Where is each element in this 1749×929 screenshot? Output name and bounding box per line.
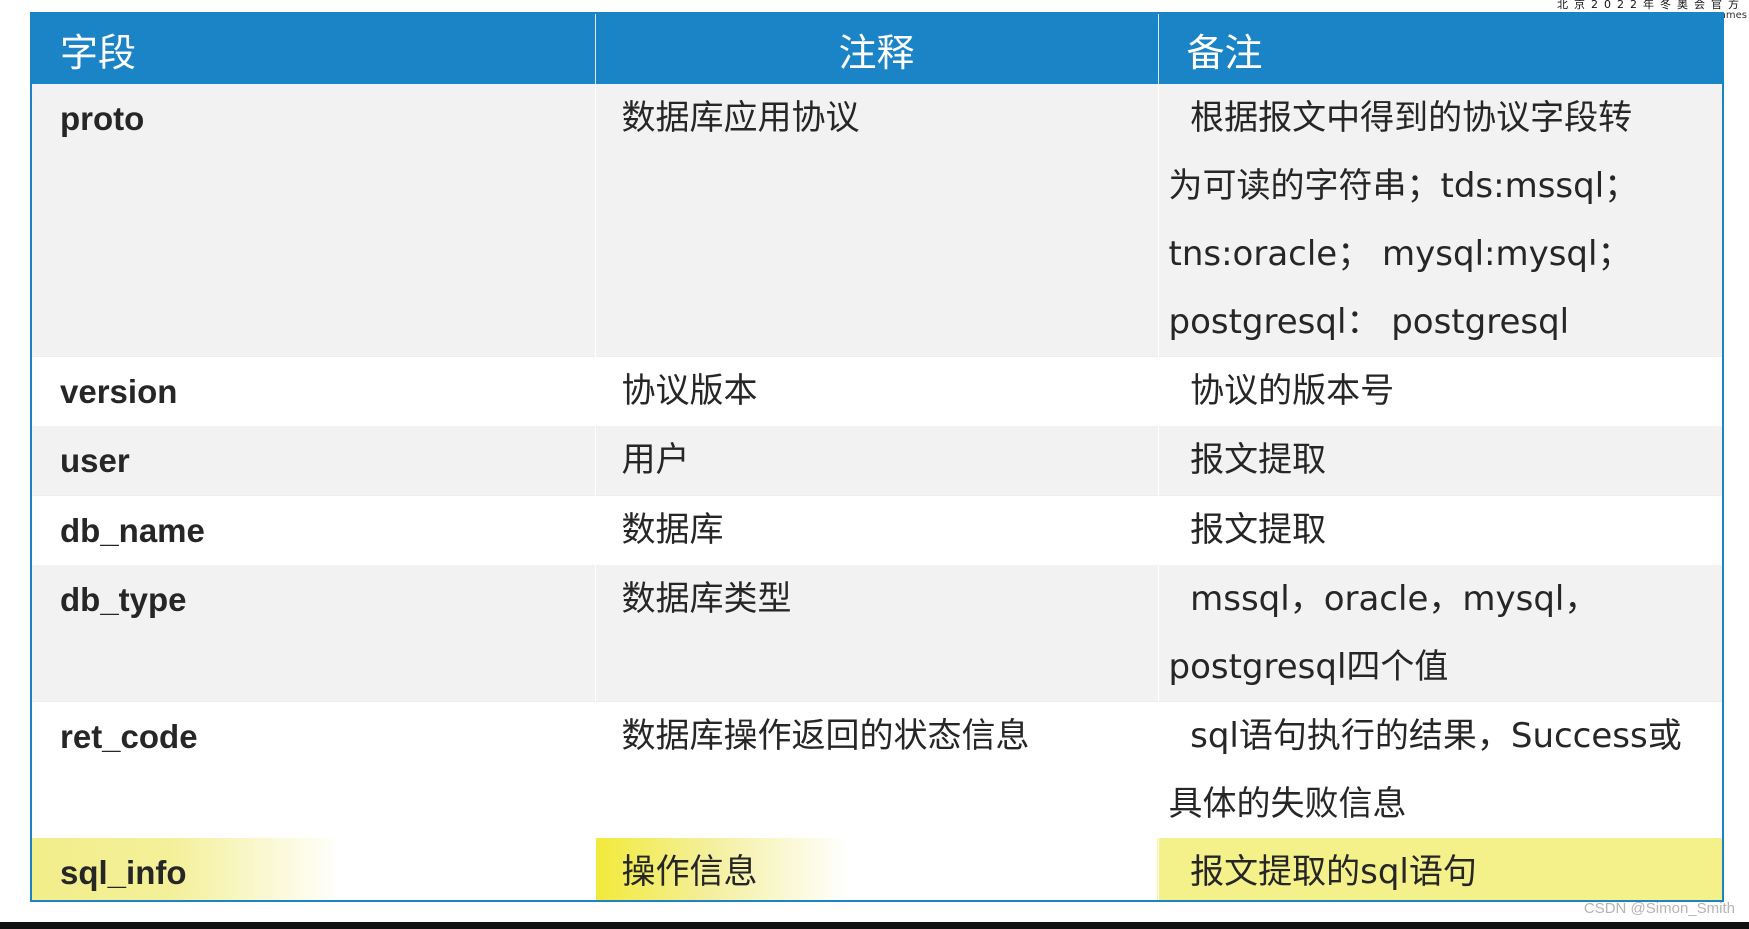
remark-line: sql语句执行的结果，Success或 [1168,716,1682,756]
table-row: db_name 数据库 报文提取 [32,495,1722,565]
table-row: user 用户 报文提取 [32,426,1722,496]
note-cell: 操作信息 [595,838,1159,900]
table-row-highlighted: sql_info 操作信息 报文提取的sql语句 [32,838,1722,900]
field-cell: version [32,356,596,426]
table-header-row: 字段 注释 备注 [32,14,1722,84]
field-cell: sql_info [32,838,596,900]
remark-cell: 协议的版本号 [1158,356,1722,426]
remark-cell: 报文提取 [1158,495,1722,565]
remark-cell: 根据报文中得到的协议字段转 为可读的字符串；tds:mssql； tns:ora… [1158,84,1722,357]
remark-cell: 报文提取 [1158,426,1722,496]
remark-line: tns:oracle； mysql:mysql； [1168,234,1632,274]
remark-line: 具体的失败信息 [1168,784,1407,824]
field-cell: ret_code [32,701,596,838]
header-remark: 备注 [1158,14,1722,84]
header-field: 字段 [32,14,596,84]
field-cell: db_type [32,565,596,702]
field-cell: proto [32,84,596,357]
table-row: proto 数据库应用协议 根据报文中得到的协议字段转 为可读的字符串；tds:… [32,84,1722,357]
header-note: 注释 [595,14,1159,84]
remark-cell: mssql，oracle，mysql， postgresql四个值 [1158,565,1722,702]
remark-line: mssql，oracle，mysql， [1168,579,1599,619]
bottom-bar [0,922,1749,929]
remark-line: postgresql： postgresql [1168,302,1570,342]
remark-line: 为可读的字符串；tds:mssql； [1168,166,1639,206]
field-table: 字段 注释 备注 proto 数据库应用协议 根据报文中得到的协议字段转 为可读… [32,14,1722,900]
field-cell: user [32,426,596,496]
note-cell: 数据库类型 [595,565,1159,702]
note-cell: 数据库 [595,495,1159,565]
remark-cell: 报文提取的sql语句 [1158,838,1722,900]
remark-line: 报文提取的sql语句 [1168,852,1477,892]
remark-line: 根据报文中得到的协议字段转 [1168,98,1633,138]
note-cell: 数据库操作返回的状态信息 [595,701,1159,838]
note-cell: 数据库应用协议 [595,84,1159,357]
table-row: ret_code 数据库操作返回的状态信息 sql语句执行的结果，Success… [32,701,1722,838]
watermark-text: 北京2022年冬奥会官方 [1557,0,1745,11]
table-row: version 协议版本 协议的版本号 [32,356,1722,426]
field-table-frame: 字段 注释 备注 proto 数据库应用协议 根据报文中得到的协议字段转 为可读… [30,12,1724,902]
table-row: db_type 数据库类型 mssql，oracle，mysql， postgr… [32,565,1722,702]
field-cell: db_name [32,495,596,565]
note-cell: 协议版本 [595,356,1159,426]
remark-line: postgresql四个值 [1168,647,1449,687]
remark-line: 协议的版本号 [1168,371,1395,411]
remark-line: 报文提取 [1168,440,1327,480]
remark-line: 报文提取 [1168,510,1327,550]
credit-watermark: CSDN @Simon_Smith [1583,900,1735,917]
remark-cell: sql语句执行的结果，Success或 具体的失败信息 [1158,701,1722,838]
note-cell: 用户 [595,426,1159,496]
